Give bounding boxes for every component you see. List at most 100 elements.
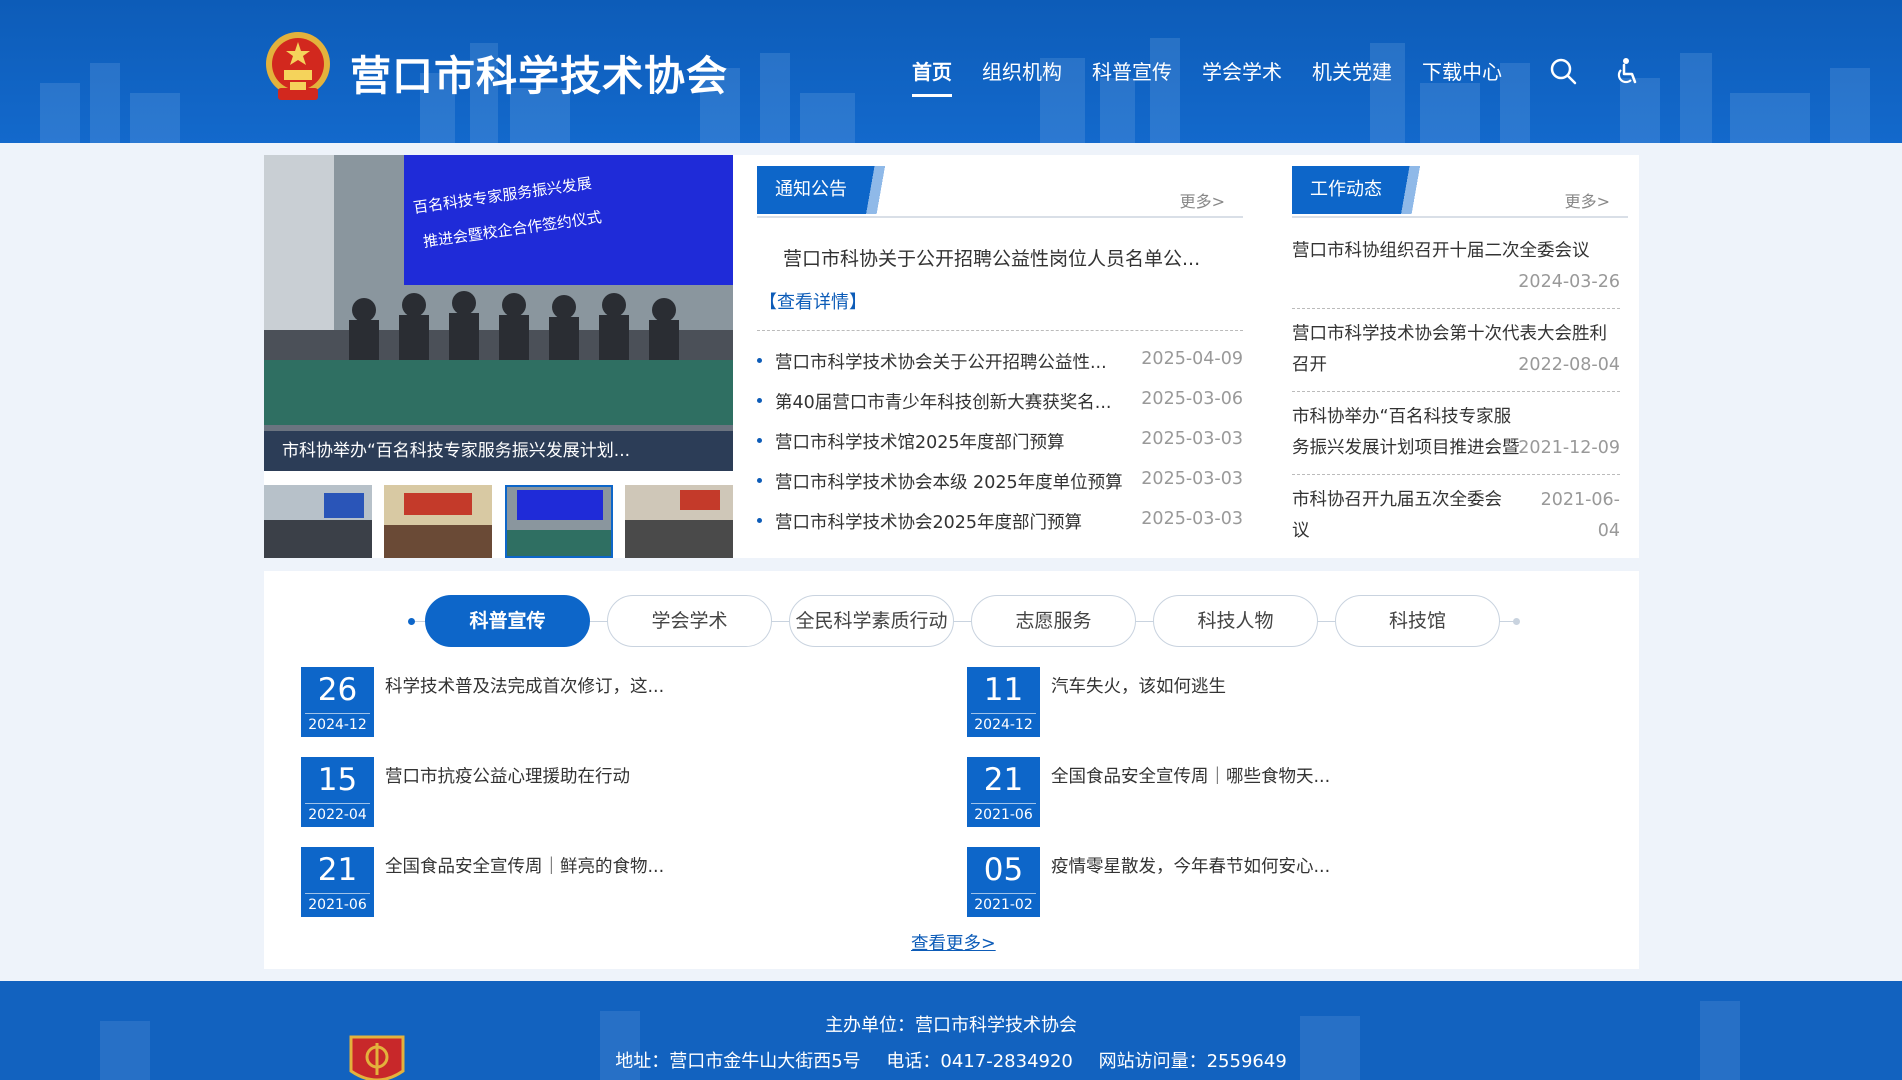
slide-main-image[interactable]: 百名科技专家服务振兴发展 推进会暨校企合作签约仪式 市科协举办“百名科技专家服务… xyxy=(264,155,733,471)
notice-item-date: 2025-03-06 xyxy=(1141,389,1243,409)
notice-more-link[interactable]: 更多> xyxy=(1180,188,1225,212)
notice-item[interactable]: 第40届营口市青少年科技创新大赛获奖名... 2025-03-06 xyxy=(757,382,1243,422)
date-year-month: 2021-06 xyxy=(305,893,370,916)
work-more-link[interactable]: 更多> xyxy=(1565,188,1610,212)
news-title: 全国食品安全宣传周｜哪些食物天... xyxy=(1051,767,1331,787)
work-header: 工作动态 更多> xyxy=(1292,166,1628,218)
tab-decoration xyxy=(1392,166,1442,214)
work-item[interactable]: 市科协召开九届五次全委会议 2021-06-04 xyxy=(1292,475,1620,557)
site-footer: 主办单位：营口市科学技术协会 地址：营口市金牛山大街西5号 电话：0417-28… xyxy=(0,981,1902,1080)
date-badge: 21 2021-06 xyxy=(301,847,374,917)
date-badge: 05 2021-02 xyxy=(967,847,1040,917)
work-list: 营口市科协组织召开十届二次全委会议 2024-03-26 营口市科学技术协会第十… xyxy=(1292,226,1620,557)
tab-tech-people[interactable]: 科技人物 xyxy=(1153,595,1318,647)
news-title: 营口市抗疫公益心理援助在行动 xyxy=(385,767,630,787)
notice-header-line xyxy=(757,216,1243,218)
nav-home[interactable]: 首页 xyxy=(912,56,952,97)
notice-item[interactable]: 营口市科学技术协会本级 2025年度单位预算 2025-03-03 xyxy=(757,462,1243,502)
notice-item[interactable]: 营口市科学技术协会关于公开招聘公益性... 2025-04-09 xyxy=(757,342,1243,382)
notice-item-date: 2025-03-03 xyxy=(1141,509,1243,529)
work-item[interactable]: 营口市科学技术协会第十次代表大会胜利召开 2022-08-04 xyxy=(1292,309,1620,392)
work-item-date: 2024-03-26 xyxy=(1518,272,1620,292)
date-day: 26 xyxy=(317,672,358,708)
footer-phone: 电话：0417-2834920 xyxy=(886,1051,1073,1072)
notice-item-date: 2025-03-03 xyxy=(1141,429,1243,449)
news-title: 科学技术普及法完成首次修订，这... xyxy=(385,677,665,697)
thumbnail-1[interactable] xyxy=(264,485,372,558)
notice-item[interactable]: 营口市科学技术馆2025年度部门预算 2025-03-03 xyxy=(757,422,1243,462)
search-icon[interactable] xyxy=(1548,56,1578,86)
notice-item-title: 营口市科学技术协会关于公开招聘公益性... xyxy=(775,353,1107,373)
nav-academic[interactable]: 学会学术 xyxy=(1202,56,1282,97)
date-year-month: 2024-12 xyxy=(971,713,1036,736)
work-item-date: 2021-12-09 xyxy=(1518,438,1620,458)
news-item[interactable]: 21 2021-06 全国食品安全宣传周｜哪些食物天... xyxy=(967,757,1567,827)
news-item[interactable]: 11 2024-12 汽车失火，该如何逃生 xyxy=(967,667,1567,737)
work-item[interactable]: 营口市科协组织召开十届二次全委会议 2024-03-26 xyxy=(1292,226,1620,309)
news-item[interactable]: 21 2021-06 全国食品安全宣传周｜鲜亮的食物... xyxy=(301,847,901,917)
footer-visits: 网站访问量：2559649 xyxy=(1098,1051,1287,1072)
bullet-dot xyxy=(757,478,762,483)
news-title: 汽车失火，该如何逃生 xyxy=(1051,677,1226,697)
notice-item-title: 营口市科学技术协会本级 2025年度单位预算 xyxy=(775,473,1123,493)
footer-address: 地址：营口市金牛山大街西5号 xyxy=(615,1051,861,1072)
date-year-month: 2022-04 xyxy=(305,803,370,826)
tab-decoration xyxy=(857,166,907,214)
tab-volunteer[interactable]: 志愿服务 xyxy=(971,595,1136,647)
bullet-dot xyxy=(757,438,762,443)
tab-track-dot-left xyxy=(408,618,415,625)
date-badge: 15 2022-04 xyxy=(301,757,374,827)
thumbnail-4[interactable] xyxy=(624,485,733,558)
nav-science-popularization[interactable]: 科普宣传 xyxy=(1092,56,1172,97)
news-title: 疫情零星散发，今年春节如何安心... xyxy=(1051,857,1331,877)
nav-organization[interactable]: 组织机构 xyxy=(982,56,1062,97)
slider-thumbnails xyxy=(264,485,733,558)
site-header: 营口市科学技术协会 首页 组织机构 科普宣传 学会学术 机关党建 下载中心 xyxy=(0,0,1902,143)
date-day: 21 xyxy=(983,762,1024,798)
tab-science-popularization[interactable]: 科普宣传 xyxy=(425,595,590,647)
notice-item[interactable]: 营口市科学技术协会2025年度部门预算 2025-03-03 xyxy=(757,502,1243,542)
news-item[interactable]: 26 2024-12 科学技术普及法完成首次修订，这... xyxy=(301,667,901,737)
notice-item-date: 2025-03-03 xyxy=(1141,469,1243,489)
nav-party-building[interactable]: 机关党建 xyxy=(1312,56,1392,97)
footer-contact: 地址：营口市金牛山大街西5号 电话：0417-2834920 网站访问量：255… xyxy=(0,1047,1902,1073)
main-nav: 首页 组织机构 科普宣传 学会学术 机关党建 下载中心 xyxy=(912,56,1532,97)
news-item[interactable]: 05 2021-02 疫情零星散发，今年春节如何安心... xyxy=(967,847,1567,917)
notice-list: 营口市科学技术协会关于公开招聘公益性... 2025-04-09 第40届营口市青… xyxy=(757,342,1243,542)
work-item[interactable]: 市科协举办“百名科技专家服务振兴发展计划项目推进会暨校企合作... 2021-1… xyxy=(1292,392,1620,475)
news-title: 全国食品安全宣传周｜鲜亮的食物... xyxy=(385,857,665,877)
bullet-dot xyxy=(757,398,762,403)
thumbnail-3[interactable] xyxy=(504,485,613,558)
nav-download[interactable]: 下载中心 xyxy=(1422,56,1502,97)
date-day: 15 xyxy=(317,762,358,798)
site-title: 营口市科学技术协会 xyxy=(350,52,728,100)
tab-scientific-literacy[interactable]: 全民科学素质行动 xyxy=(789,595,954,647)
notice-detail-link[interactable]: 【查看详情】 xyxy=(759,288,867,314)
date-day: 05 xyxy=(983,852,1024,888)
notice-header: 通知公告 更多> xyxy=(757,166,1243,218)
tab-science-museum[interactable]: 科技馆 xyxy=(1335,595,1500,647)
date-badge: 26 2024-12 xyxy=(301,667,374,737)
notice-item-title: 营口市科学技术馆2025年度部门预算 xyxy=(775,433,1065,453)
work-item-date: 2021-06-04 xyxy=(1540,490,1620,541)
work-header-line xyxy=(1292,216,1628,218)
top-panel: 百名科技专家服务振兴发展 推进会暨校企合作签约仪式 市科协举办“百名科技专家服务… xyxy=(264,155,1639,558)
date-day: 11 xyxy=(983,672,1024,708)
accessibility-icon[interactable] xyxy=(1612,56,1642,86)
notice-divider xyxy=(757,330,1243,331)
thumbnail-2[interactable] xyxy=(384,485,493,558)
work-item-title: 市科协召开九届五次全委会议 xyxy=(1292,490,1502,541)
notice-item-date: 2025-04-09 xyxy=(1141,349,1243,369)
news-item[interactable]: 15 2022-04 营口市抗疫公益心理援助在行动 xyxy=(301,757,901,827)
notice-featured-title[interactable]: 营口市科协关于公开招聘公益性岗位人员名单公... xyxy=(783,244,1200,271)
date-year-month: 2021-06 xyxy=(971,803,1036,826)
work-item-title: 营口市科协组织召开十届二次全委会议 xyxy=(1292,241,1590,261)
slide-caption[interactable]: 市科协举办“百名科技专家服务振兴发展计划... xyxy=(264,431,733,471)
notice-item-title: 营口市科学技术协会2025年度部门预算 xyxy=(775,513,1083,533)
view-more-link[interactable]: 查看更多> xyxy=(911,930,996,955)
date-year-month: 2024-12 xyxy=(305,713,370,736)
national-emblem-logo xyxy=(266,32,330,100)
work-item-date: 2022-08-04 xyxy=(1518,355,1620,375)
notice-item-title: 第40届营口市青少年科技创新大赛获奖名... xyxy=(775,393,1112,413)
tab-academic[interactable]: 学会学术 xyxy=(607,595,772,647)
